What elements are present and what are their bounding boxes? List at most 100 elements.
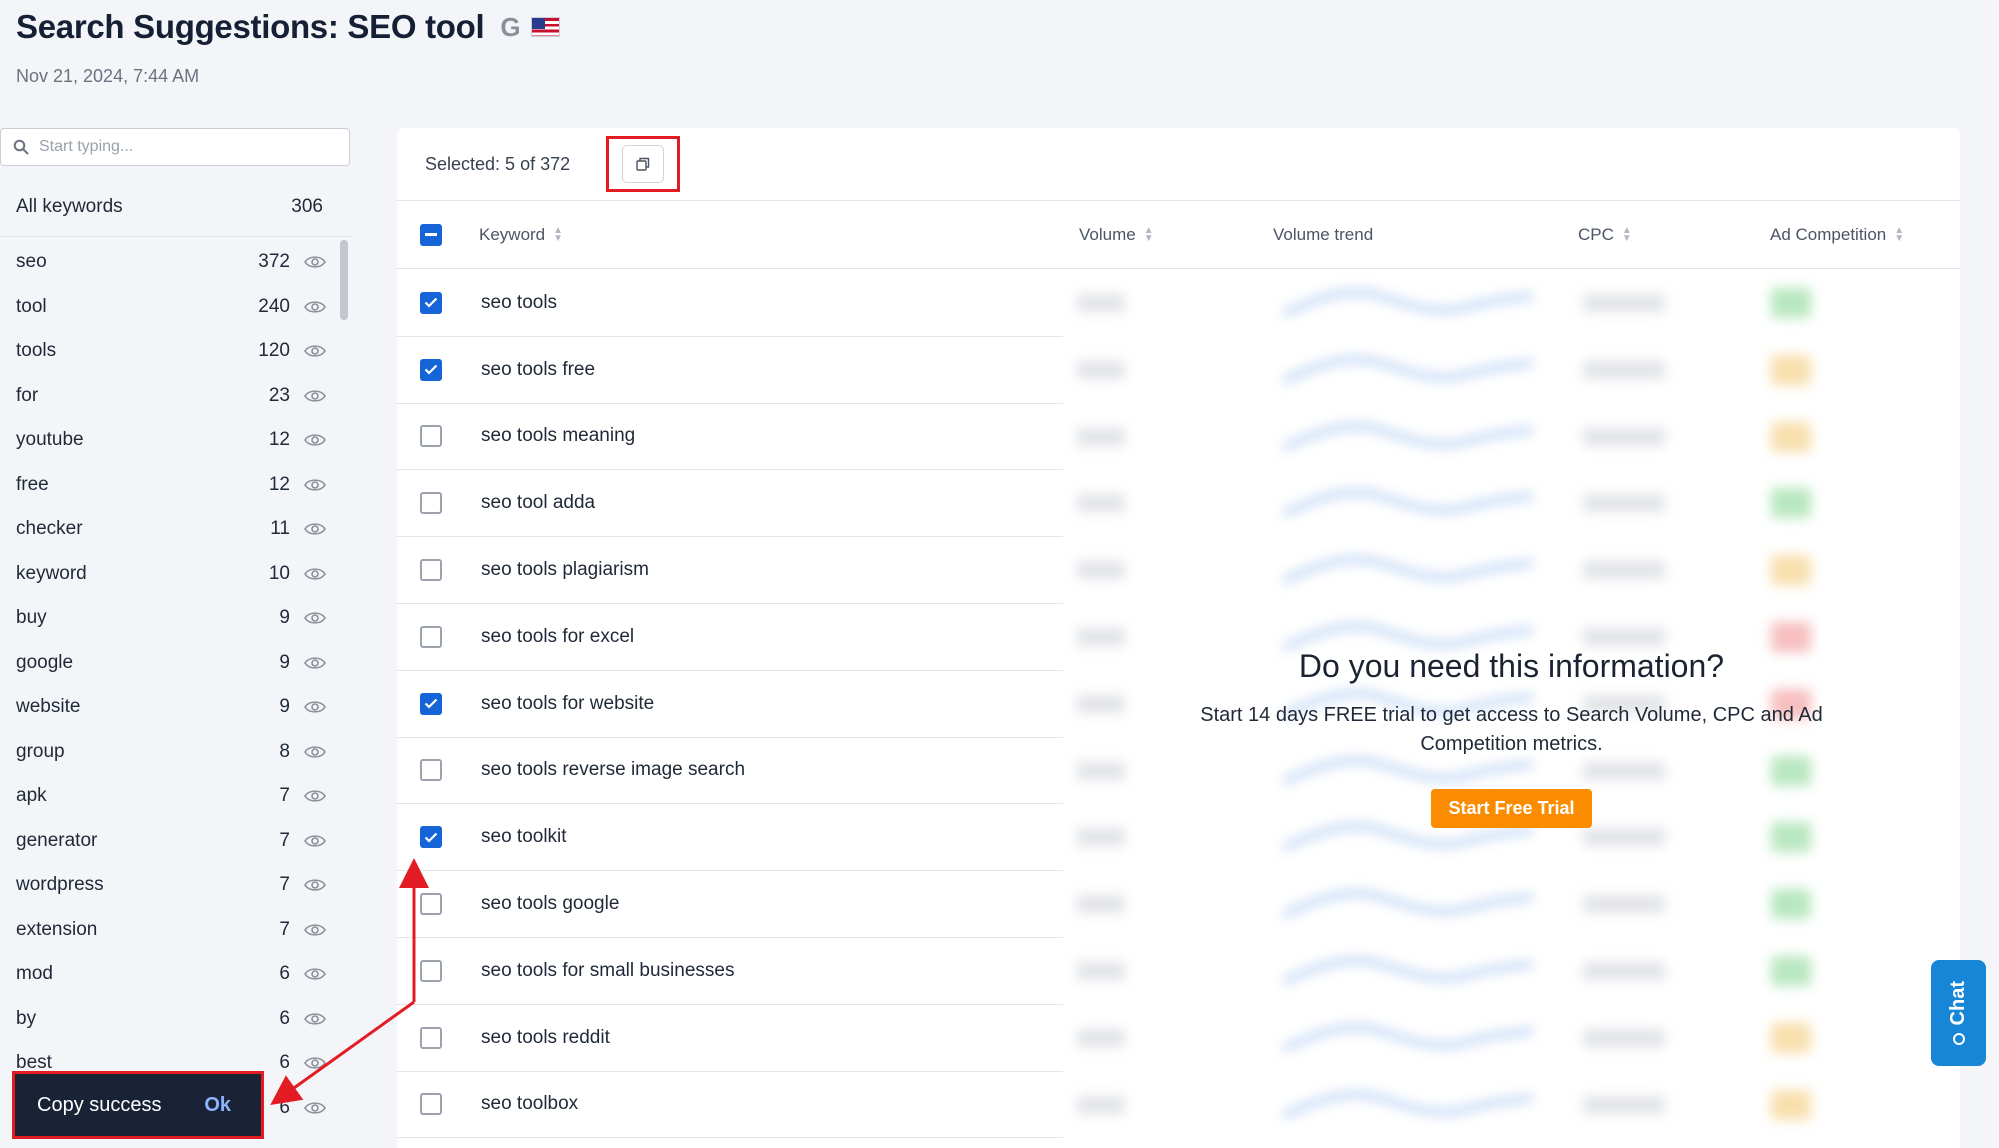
- eye-icon[interactable]: [304, 1012, 326, 1026]
- keyword-rows: seo tools seo tools free seo tools meaning…: [397, 270, 1063, 1139]
- eye-icon[interactable]: [304, 478, 326, 492]
- keyword-text: seo tools meaning: [481, 425, 636, 447]
- row-checkbox[interactable]: [420, 425, 442, 448]
- eye-icon[interactable]: [304, 1056, 326, 1070]
- row-checkbox[interactable]: [420, 1093, 442, 1116]
- keyword-group-label: apk: [16, 785, 47, 807]
- keyword-group-item[interactable]: extension 7: [16, 908, 326, 953]
- eye-icon[interactable]: [304, 656, 326, 670]
- keyword-group-count: 10: [268, 562, 290, 584]
- keyword-group-label: seo: [16, 251, 47, 273]
- toast-message: Copy success: [37, 1093, 162, 1116]
- chat-widget-button[interactable]: Chat: [1931, 960, 1986, 1066]
- table-row[interactable]: seo tools google: [397, 871, 1063, 938]
- column-volume[interactable]: Volume ▲ ▼: [1079, 225, 1154, 245]
- keyword-group-count: 7: [279, 874, 290, 896]
- table-row[interactable]: seo tools: [397, 270, 1063, 337]
- keyword-group-item[interactable]: mod 6: [16, 952, 326, 997]
- keyword-group-item[interactable]: keyword 10: [16, 552, 326, 597]
- row-checkbox[interactable]: [420, 893, 442, 916]
- table-row[interactable]: seo tools free: [397, 337, 1063, 404]
- keyword-group-item[interactable]: apk 7: [16, 774, 326, 819]
- start-free-trial-button[interactable]: Start Free Trial: [1431, 789, 1592, 828]
- keyword-group-count: 23: [268, 384, 290, 406]
- eye-icon[interactable]: [304, 923, 326, 937]
- divider: [0, 236, 352, 237]
- toast-ok-button[interactable]: Ok: [204, 1094, 231, 1117]
- eye-icon[interactable]: [304, 789, 326, 803]
- row-checkbox[interactable]: [420, 358, 442, 381]
- keyword-group-item[interactable]: tool 240: [16, 285, 326, 330]
- column-cpc[interactable]: CPC ▲ ▼: [1578, 225, 1632, 245]
- copy-icon: [636, 157, 650, 171]
- blurred-metric-row: [1063, 537, 1960, 604]
- row-checkbox[interactable]: [420, 625, 442, 648]
- row-checkbox[interactable]: [420, 826, 442, 849]
- keyword-filter-search[interactable]: [0, 128, 350, 166]
- row-checkbox[interactable]: [420, 759, 442, 782]
- keyword-group-item[interactable]: website 9: [16, 685, 326, 730]
- table-row[interactable]: seo tool adda: [397, 470, 1063, 538]
- table-row[interactable]: seo tools plagiarism: [397, 537, 1063, 604]
- selected-count: Selected: 5 of 372: [425, 153, 571, 174]
- eye-icon[interactable]: [304, 700, 326, 714]
- eye-icon[interactable]: [304, 611, 326, 625]
- eye-icon[interactable]: [304, 745, 326, 759]
- keyword-group-label: checker: [16, 518, 83, 540]
- table-row[interactable]: seo toolkit: [397, 804, 1063, 872]
- keyword-group-count: 7: [279, 829, 290, 851]
- table-row[interactable]: seo tools reddit: [397, 1005, 1063, 1072]
- eye-icon[interactable]: [304, 567, 326, 581]
- keyword-group-item[interactable]: generator 7: [16, 819, 326, 864]
- keyword-group-item[interactable]: buy 9: [16, 596, 326, 641]
- keyword-group-item[interactable]: seo 372: [16, 240, 326, 285]
- column-ad-competition[interactable]: Ad Competition ▲ ▼: [1770, 225, 1904, 245]
- eye-icon[interactable]: [304, 1101, 326, 1115]
- select-all-checkbox[interactable]: [420, 223, 442, 246]
- keyword-group-item[interactable]: for 23: [16, 374, 326, 419]
- search-input[interactable]: [39, 138, 329, 156]
- table-row[interactable]: seo tools for excel: [397, 604, 1063, 671]
- keyword-group-item[interactable]: youtube 12: [16, 418, 326, 463]
- eye-icon[interactable]: [304, 834, 326, 848]
- row-checkbox[interactable]: [420, 559, 442, 582]
- table-row[interactable]: seo tools for small businesses: [397, 938, 1063, 1005]
- table-row[interactable]: seo tools reverse image search: [397, 738, 1063, 805]
- eye-icon[interactable]: [304, 300, 326, 314]
- all-keywords-item[interactable]: All keywords 306: [16, 196, 323, 218]
- table-row[interactable]: seo toolbox: [397, 1072, 1063, 1139]
- blurred-metric-row: [1063, 470, 1960, 537]
- row-checkbox[interactable]: [420, 1026, 442, 1049]
- keyword-group-label: website: [16, 696, 81, 718]
- keyword-group-item[interactable]: by 6: [16, 997, 326, 1042]
- table-row[interactable]: seo tools for website: [397, 671, 1063, 738]
- row-checkbox[interactable]: [420, 291, 442, 314]
- search-icon: [13, 139, 29, 155]
- sort-icon: ▲ ▼: [1621, 224, 1632, 244]
- eye-icon[interactable]: [304, 433, 326, 447]
- keyword-group-item[interactable]: group 8: [16, 730, 326, 775]
- row-checkbox[interactable]: [420, 492, 442, 515]
- keyword-group-label: for: [16, 384, 39, 406]
- keyword-group-item[interactable]: free 12: [16, 463, 326, 508]
- row-checkbox[interactable]: [420, 692, 442, 715]
- keyword-text: seo tools: [481, 291, 558, 313]
- keyword-group-item[interactable]: wordpress 7: [16, 863, 326, 908]
- sidebar-scrollbar[interactable]: [340, 240, 348, 320]
- eye-icon[interactable]: [304, 967, 326, 981]
- row-checkbox[interactable]: [420, 959, 442, 982]
- table-row[interactable]: seo tools meaning: [397, 404, 1063, 471]
- upgrade-overlay: Do you need this information? Start 14 d…: [1063, 648, 1960, 828]
- keyword-group-count: 9: [279, 696, 290, 718]
- blurred-metric-row: [1063, 1072, 1960, 1139]
- eye-icon[interactable]: [304, 344, 326, 358]
- eye-icon[interactable]: [304, 389, 326, 403]
- keyword-group-item[interactable]: google 9: [16, 641, 326, 686]
- eye-icon[interactable]: [304, 522, 326, 536]
- column-keyword[interactable]: Keyword ▲ ▼: [479, 225, 563, 245]
- eye-icon[interactable]: [304, 255, 326, 269]
- copy-button[interactable]: [622, 145, 665, 183]
- keyword-group-item[interactable]: tools 120: [16, 329, 326, 374]
- eye-icon[interactable]: [304, 878, 326, 892]
- keyword-group-item[interactable]: checker 11: [16, 507, 326, 552]
